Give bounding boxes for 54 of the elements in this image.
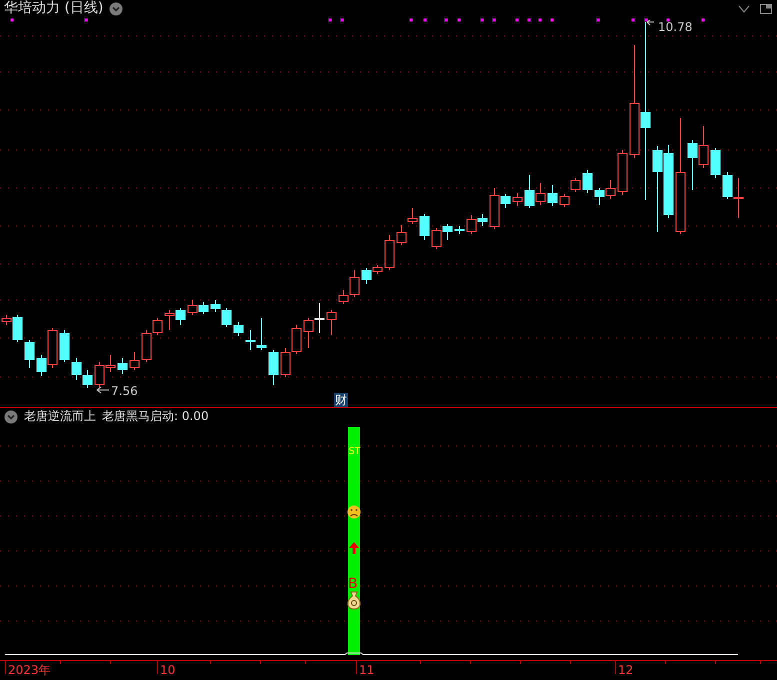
- dropdown-icon[interactable]: [4, 410, 18, 424]
- date-label: 12: [618, 663, 634, 677]
- candlestick: [384, 234, 394, 270]
- indicator-value: 老唐黑马启动: 0.00: [102, 409, 209, 424]
- candlestick: [72, 358, 82, 380]
- candlestick: [268, 350, 278, 386]
- candlestick: [396, 224, 406, 246]
- candlestick: [560, 194, 570, 208]
- date-label: 10: [160, 663, 176, 677]
- chart-title: 华培动力 (日线): [4, 1, 104, 16]
- candlestick: [512, 192, 522, 206]
- low-price-label: 7.56: [111, 384, 138, 398]
- candlestick: [314, 302, 324, 334]
- high-price-label: 10.78: [658, 20, 692, 34]
- candlestick: [432, 228, 442, 250]
- candlestick: [60, 330, 70, 362]
- candlestick: [82, 370, 92, 388]
- candlestick: [606, 180, 616, 200]
- up-arrow-icon: [349, 542, 359, 554]
- candlestick: [164, 310, 174, 330]
- candlestick: [234, 322, 244, 336]
- candlestick: [188, 300, 198, 316]
- pointer-icon: [646, 20, 654, 26]
- sad-face-icon: [348, 506, 360, 518]
- candlestick: [408, 208, 418, 224]
- candlestick: [688, 140, 698, 190]
- candlestick: [548, 184, 558, 206]
- candlestick: [292, 324, 302, 354]
- candlestick: [198, 302, 208, 314]
- candlestick: [710, 148, 720, 178]
- candlestick: [420, 214, 430, 240]
- candlestick: [304, 318, 314, 348]
- date-label: 11: [359, 663, 374, 677]
- date-label: 2023年: [8, 663, 51, 677]
- buy-signal-label: B: [348, 576, 358, 592]
- candlestick: [24, 340, 34, 368]
- candlestick: [176, 308, 186, 326]
- dropdown-icon[interactable]: [109, 2, 124, 16]
- candlestick: [454, 226, 464, 234]
- candlestick: [442, 224, 452, 240]
- candlestick: [280, 348, 290, 378]
- candlestick: [570, 178, 580, 192]
- finance-marker[interactable]: 财: [334, 393, 348, 407]
- candlestick: [698, 126, 708, 168]
- indicator-name: 老唐逆流而上: [24, 409, 96, 424]
- pointer-icon: [96, 386, 110, 394]
- money-bag-icon: [347, 592, 361, 610]
- candlestick: [326, 310, 336, 336]
- window-icon[interactable]: [759, 2, 773, 14]
- candlestick: [582, 170, 592, 194]
- candlestick: [130, 352, 140, 370]
- candlestick: [618, 150, 628, 196]
- candlestick: [118, 358, 128, 374]
- candlestick: [594, 188, 604, 206]
